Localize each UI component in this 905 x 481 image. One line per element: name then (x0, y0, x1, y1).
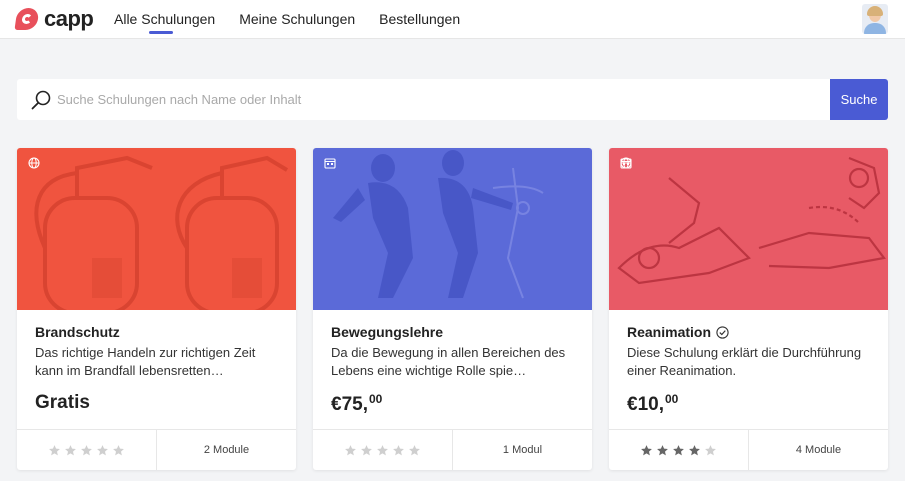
nav-bestellungen[interactable]: Bestellungen (379, 0, 460, 39)
calendar-icon (324, 158, 336, 169)
star-empty-icon (393, 444, 404, 455)
card-footer: 1 Modul (313, 429, 592, 470)
star-empty-icon (65, 444, 76, 455)
module-count: 2 Module (203, 444, 250, 456)
card-footer: 2 Module (17, 429, 296, 470)
course-image-cpr-illustration (609, 148, 888, 310)
star-rating (313, 430, 453, 470)
star-rating (17, 430, 157, 470)
logo-text: capp (44, 6, 94, 31)
star-filled-icon (689, 444, 700, 455)
course-card-reanimation[interactable]: Reanimation Diese Schulung erklärt die D… (609, 148, 888, 470)
course-description: Da die Bewegung in allen Bereichen des L… (331, 345, 566, 378)
nav-alle-schulungen[interactable]: Alle Schulungen (114, 0, 215, 39)
module-count: 1 Modul (502, 444, 543, 456)
user-avatar[interactable] (862, 4, 888, 34)
star-empty-icon (97, 444, 108, 455)
star-filled-icon (657, 444, 668, 455)
search-input[interactable] (57, 79, 827, 120)
course-title: Reanimation (627, 324, 729, 340)
star-filled-icon (641, 444, 652, 455)
logo[interactable]: capp (14, 6, 94, 31)
star-empty-icon (345, 444, 356, 455)
course-description: Das richtige Handeln zur richtigen Zeit … (35, 345, 256, 378)
course-image-anatomy-runners (313, 148, 592, 310)
star-empty-icon (705, 444, 716, 455)
course-card-brandschutz[interactable]: Brandschutz Das richtige Handeln zur ric… (17, 148, 296, 470)
course-image-fire-extinguishers (17, 148, 296, 310)
top-bar: capp Alle Schulungen Meine Schulungen Be… (0, 0, 905, 39)
course-price: €75,00 (331, 392, 383, 415)
nav-meine-schulungen[interactable]: Meine Schulungen (239, 0, 355, 39)
course-card-bewegungslehre[interactable]: Bewegungslehre Da die Bewegung in allen … (313, 148, 592, 470)
course-description: Diese Schulung erklärt die Durchführung … (627, 345, 862, 378)
course-title: Bewegungslehre (331, 324, 444, 340)
course-title: Brandschutz (35, 324, 120, 340)
logo-mark-icon (14, 8, 40, 30)
star-filled-icon (673, 444, 684, 455)
calendar-icon (620, 158, 632, 169)
star-empty-icon (409, 444, 420, 455)
module-count: 4 Module (795, 444, 842, 456)
star-empty-icon (49, 444, 60, 455)
verified-check-icon (716, 325, 729, 339)
search-icon (31, 90, 51, 110)
star-empty-icon (113, 444, 124, 455)
main-nav: Alle Schulungen Meine Schulungen Bestell… (114, 0, 484, 39)
star-empty-icon (81, 444, 92, 455)
search-bar: Suche (17, 79, 888, 120)
globe-icon (28, 157, 40, 169)
star-empty-icon (361, 444, 372, 455)
course-price: Gratis (35, 392, 90, 413)
search-button[interactable]: Suche (830, 79, 888, 120)
star-empty-icon (377, 444, 388, 455)
card-footer: 4 Module (609, 429, 888, 470)
star-rating (609, 430, 749, 470)
course-price: €10,00 (627, 392, 679, 415)
